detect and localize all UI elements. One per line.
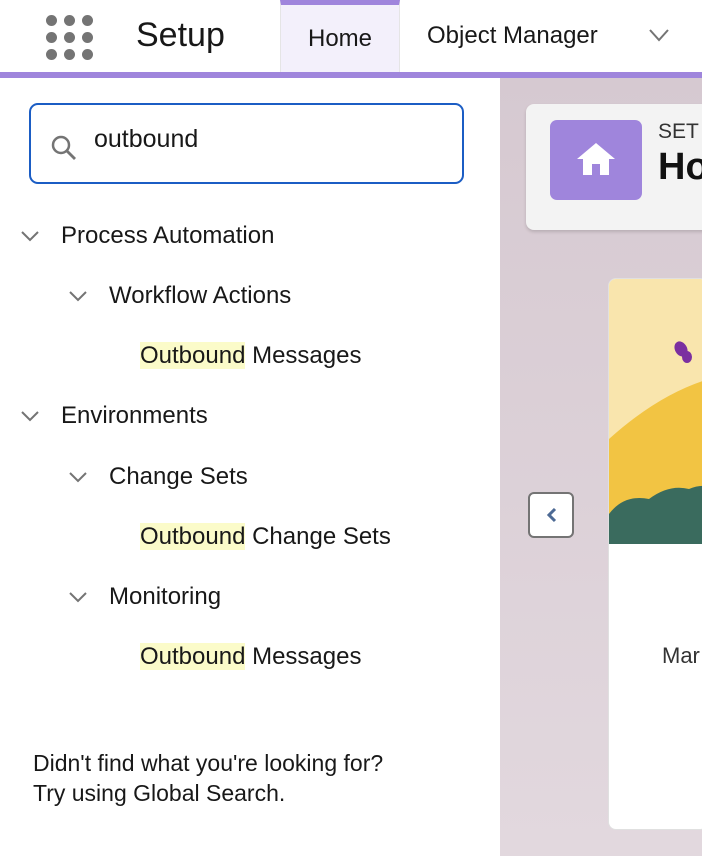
chevron-down-icon[interactable] (648, 24, 670, 46)
tree-node-label: Change Sets (109, 463, 248, 490)
chevron-down-icon[interactable] (68, 589, 88, 603)
tab-home[interactable]: Home (280, 0, 400, 72)
tree-link-label: Messages (245, 342, 362, 369)
setup-sidebar: Process Automation Workflow Actions Outb… (0, 78, 500, 856)
home-icon (577, 143, 615, 175)
tree-link-outbound-messages-monitoring[interactable]: Outbound Messages (140, 643, 361, 671)
help-text: Didn't find what you're looking for? (33, 750, 384, 776)
card-illustration (609, 279, 702, 544)
chevron-down-icon[interactable] (20, 408, 40, 422)
search-icon (51, 135, 76, 160)
chevron-left-icon (546, 507, 557, 523)
carousel-previous-button[interactable] (528, 492, 574, 538)
tree-link-outbound-change-sets[interactable]: Outbound Change Sets (140, 523, 391, 551)
app-launcher-icon[interactable] (46, 15, 93, 60)
tree-node-change-sets[interactable]: Change Sets (68, 463, 248, 491)
quick-find-search[interactable] (29, 103, 464, 184)
tab-object-manager[interactable]: Object Manager (427, 22, 598, 50)
page-title: Ho (658, 146, 702, 188)
global-search-hint: Try using Global Search. (33, 780, 286, 806)
search-match-highlight: Outbound (140, 342, 246, 369)
no-results-help: Didn't find what you're looking for? Try… (33, 748, 383, 808)
tree-node-label: Process Automation (61, 222, 275, 249)
search-match-highlight: Outbound (140, 523, 246, 550)
tree-node-workflow-actions[interactable]: Workflow Actions (68, 282, 291, 310)
chevron-down-icon[interactable] (20, 228, 40, 242)
tree-link-outbound-messages[interactable]: Outbound Messages (140, 342, 361, 370)
tree-node-label: Environments (61, 402, 208, 429)
tab-home-label: Home (307, 24, 373, 52)
tree-link-label: Change Sets (245, 523, 391, 550)
tree-node-label: Monitoring (109, 583, 222, 610)
home-icon-tile (550, 120, 642, 200)
app-title: Setup (136, 16, 225, 54)
chevron-down-icon[interactable] (68, 469, 88, 483)
tree-node-label: Workflow Actions (109, 282, 292, 309)
page-kicker: SET (658, 120, 699, 143)
page-header: SET Ho (526, 104, 702, 230)
chevron-down-icon[interactable] (68, 288, 88, 302)
search-match-highlight: Outbound (140, 643, 246, 670)
tree-node-process-automation[interactable]: Process Automation (20, 222, 274, 250)
main-content: SET Ho Mar (500, 78, 702, 856)
tree-node-environments[interactable]: Environments (20, 402, 208, 430)
tree-link-label: Messages (245, 643, 362, 670)
quick-find-input[interactable] (94, 125, 434, 154)
card-text: Mar (662, 643, 700, 668)
carousel-card[interactable]: Mar (608, 278, 702, 830)
global-header: Setup Home Object Manager (0, 0, 702, 72)
tree-node-monitoring[interactable]: Monitoring (68, 583, 221, 611)
